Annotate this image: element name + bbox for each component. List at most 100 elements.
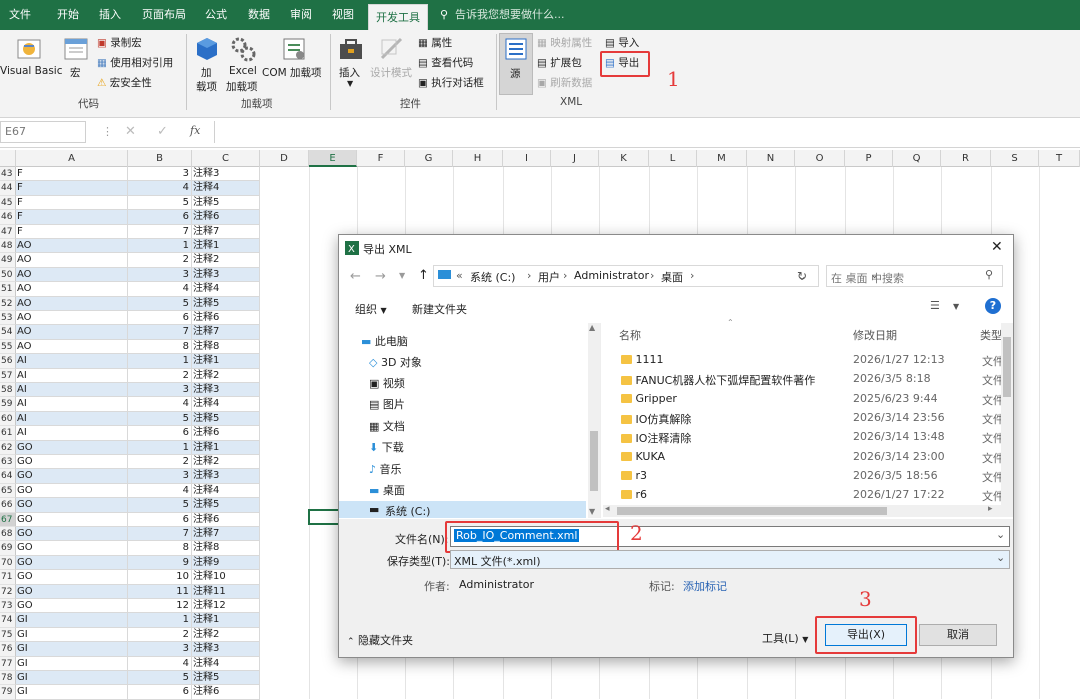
cell-a[interactable]: F: [16, 167, 128, 182]
cell-a[interactable]: AI: [16, 368, 128, 383]
cell-c[interactable]: 注释5: [192, 498, 260, 513]
file-row[interactable]: IO仿真解除: [621, 411, 691, 427]
column-header[interactable]: N: [747, 150, 795, 167]
tab-data[interactable]: 数据: [248, 0, 270, 30]
excel-addins-button-line1[interactable]: Excel: [229, 65, 257, 77]
view-code-button[interactable]: ▤ 查看代码: [418, 55, 473, 70]
row-header[interactable]: 72: [0, 584, 16, 599]
row-header[interactable]: 64: [0, 469, 16, 484]
xml-import-button[interactable]: ▤ 导入: [605, 35, 639, 50]
excel-addins-button-line2[interactable]: 加载项: [226, 79, 258, 94]
insert-control-button[interactable]: 插入: [339, 65, 360, 80]
column-header[interactable]: F: [357, 150, 405, 167]
row-header[interactable]: 62: [0, 440, 16, 455]
cell-b[interactable]: 2: [128, 253, 192, 268]
cell-b[interactable]: 6: [128, 426, 192, 441]
nav-videos[interactable]: ▣ 视频: [369, 375, 405, 391]
cell-b[interactable]: 7: [128, 224, 192, 239]
cell-c[interactable]: 注释3: [192, 267, 260, 283]
nav-scrollbar-thumb[interactable]: [590, 431, 598, 491]
cell-b[interactable]: 12: [128, 599, 192, 614]
cell-b[interactable]: 3: [128, 642, 192, 657]
cell-c[interactable]: 注释4: [192, 656, 260, 671]
cell-b[interactable]: 2: [128, 627, 192, 643]
cell-b[interactable]: 4: [128, 397, 192, 412]
cell-b[interactable]: 4: [128, 282, 192, 297]
filename-chevron-down-icon[interactable]: ⌄: [996, 528, 1005, 541]
tab-review[interactable]: 审阅: [290, 0, 312, 30]
row-header[interactable]: 69: [0, 541, 16, 556]
tab-file[interactable]: 文件: [9, 0, 31, 30]
close-icon[interactable]: ✕: [991, 239, 1003, 255]
relative-refs-button[interactable]: ▦ 使用相对引用: [97, 55, 173, 70]
cell-b[interactable]: 1: [128, 239, 192, 254]
cell-a[interactable]: AI: [16, 411, 128, 427]
save-type-select[interactable]: XML 文件(*.xml) ⌄: [450, 550, 1010, 569]
cell-c[interactable]: 注释1: [192, 440, 260, 455]
row-header[interactable]: 71: [0, 570, 16, 585]
column-header-type[interactable]: 类型: [980, 327, 1002, 343]
tab-developer[interactable]: 开发工具: [368, 4, 428, 30]
breadcrumb-admin[interactable]: Administrator: [574, 269, 649, 282]
column-header-selected[interactable]: E: [309, 150, 357, 167]
row-header[interactable]: 61: [0, 426, 16, 441]
addins-button-line1[interactable]: 加: [201, 65, 212, 80]
cell-b[interactable]: 5: [128, 296, 192, 311]
cell-b[interactable]: 8: [128, 339, 192, 355]
cell-a[interactable]: AO: [16, 253, 128, 268]
cell-a[interactable]: GO: [16, 483, 128, 499]
author-value[interactable]: Administrator: [459, 578, 534, 591]
cell-c[interactable]: 注释2: [192, 253, 260, 268]
row-header[interactable]: 78: [0, 671, 16, 686]
nav-pictures[interactable]: ▤ 图片: [369, 396, 405, 412]
file-row[interactable]: KUKA: [621, 450, 665, 463]
up-arrow-icon[interactable]: ↑: [418, 268, 429, 283]
cell-c[interactable]: 注释12: [192, 599, 260, 614]
column-header[interactable]: M: [697, 150, 747, 167]
tags-value[interactable]: 添加标记: [683, 578, 727, 594]
cell-c[interactable]: 注释10: [192, 570, 260, 585]
breadcrumb-overflow[interactable]: «: [456, 269, 463, 282]
cell-c[interactable]: 注释1: [192, 613, 260, 628]
column-header[interactable]: D: [260, 150, 309, 167]
row-header[interactable]: 59: [0, 397, 16, 412]
cell-b[interactable]: 9: [128, 555, 192, 571]
cell-a[interactable]: GO: [16, 469, 128, 484]
nav-documents[interactable]: ▦ 文档: [369, 418, 405, 434]
cell-c[interactable]: 注释6: [192, 311, 260, 326]
cell-c[interactable]: 注释6: [192, 210, 260, 225]
cell-c[interactable]: 注释2: [192, 627, 260, 643]
row-header[interactable]: 66: [0, 498, 16, 513]
cell-a[interactable]: AI: [16, 354, 128, 369]
cell-c[interactable]: 注释4: [192, 181, 260, 196]
row-header[interactable]: 56: [0, 354, 16, 369]
run-dialog-button[interactable]: ▣ 执行对话框: [418, 75, 484, 90]
row-header[interactable]: 63: [0, 455, 16, 470]
row-header[interactable]: 58: [0, 383, 16, 398]
cell-a[interactable]: AI: [16, 397, 128, 412]
row-header[interactable]: 43: [0, 167, 16, 182]
cell-a[interactable]: F: [16, 195, 128, 211]
cell-a[interactable]: GI: [16, 685, 128, 700]
row-header[interactable]: 79: [0, 685, 16, 700]
cell-a[interactable]: AO: [16, 267, 128, 283]
cell-b[interactable]: 3: [128, 267, 192, 283]
view-chevron-down-icon[interactable]: ▼: [953, 302, 959, 311]
breadcrumb-desktop[interactable]: 桌面: [661, 269, 683, 285]
cell-c[interactable]: 注释3: [192, 469, 260, 484]
breadcrumb-drive[interactable]: 系统 (C:): [470, 269, 515, 285]
cell-b[interactable]: 11: [128, 584, 192, 599]
tell-me-search[interactable]: 告诉我您想要做什么...: [455, 0, 565, 30]
column-header[interactable]: P: [845, 150, 893, 167]
cell-c[interactable]: 注释7: [192, 325, 260, 340]
formula-input[interactable]: [214, 121, 1080, 143]
cell-a[interactable]: AO: [16, 311, 128, 326]
scroll-left-icon[interactable]: ◂: [605, 504, 610, 514]
cell-b[interactable]: 5: [128, 195, 192, 211]
cell-c[interactable]: 注释3: [192, 167, 260, 182]
macro-security-button[interactable]: ⚠ 宏安全性: [97, 75, 152, 90]
cell-c[interactable]: 注释6: [192, 426, 260, 441]
cell-c[interactable]: 注释2: [192, 455, 260, 470]
row-header[interactable]: 67: [0, 512, 16, 527]
save-type-chevron-down-icon[interactable]: ⌄: [996, 551, 1005, 564]
